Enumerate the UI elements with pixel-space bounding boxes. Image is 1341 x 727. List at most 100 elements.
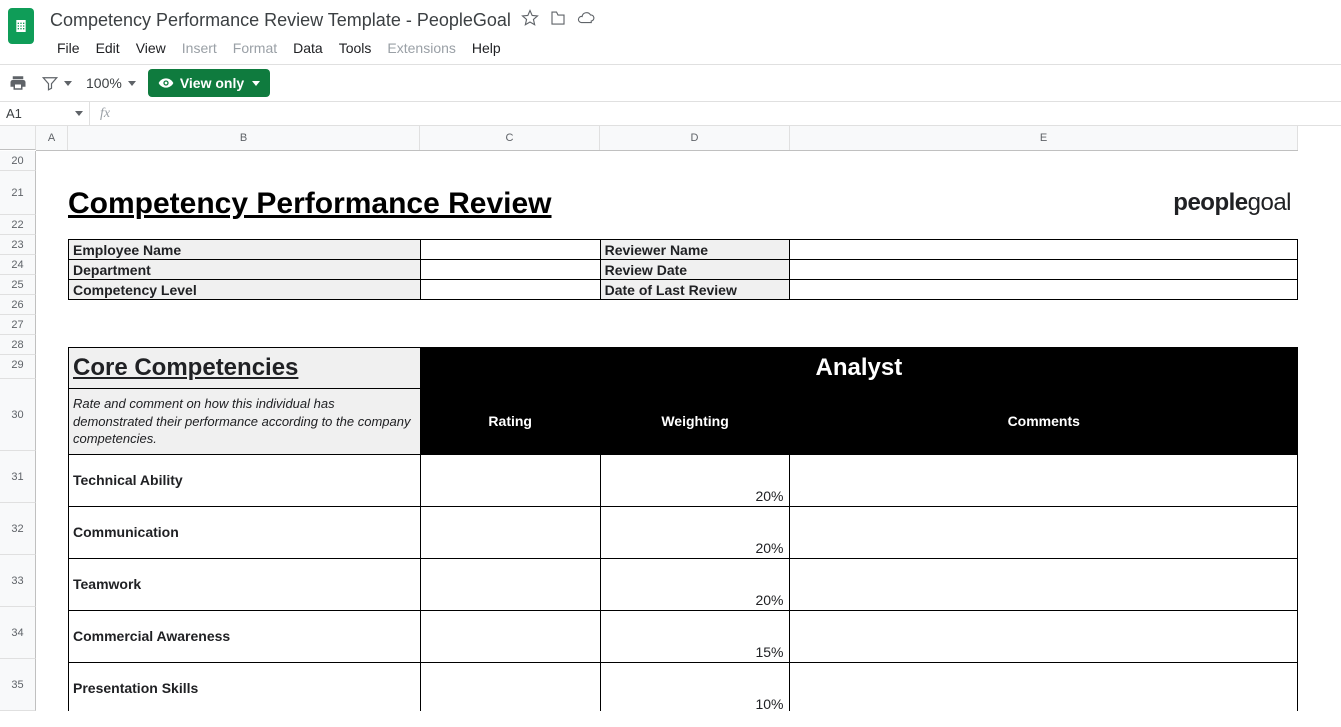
menu-format: Format (226, 36, 284, 60)
row-header[interactable]: 24 (0, 255, 36, 275)
name-box-value: A1 (6, 106, 22, 121)
table-row: Employee Name Reviewer Name (69, 240, 1298, 260)
row-header[interactable]: 29 (0, 355, 36, 379)
row-header[interactable]: 32 (0, 503, 36, 555)
zoom-dropdown[interactable]: 100% (84, 75, 136, 91)
menu-tools[interactable]: Tools (332, 36, 379, 60)
comments-cell[interactable] (790, 610, 1298, 662)
comments-cell[interactable] (790, 454, 1298, 506)
review-date-cell[interactable] (790, 260, 1298, 280)
competency-level-label: Competency Level (69, 280, 421, 300)
employee-name-cell[interactable] (420, 240, 600, 260)
doc-title[interactable]: Competency Performance Review Template -… (50, 10, 511, 31)
cloud-icon[interactable] (577, 9, 595, 32)
table-row: Communication 20% (69, 506, 1298, 558)
row-header[interactable]: 23 (0, 235, 36, 255)
row-header[interactable]: 28 (0, 335, 36, 355)
move-icon[interactable] (549, 9, 567, 32)
competency-label: Presentation Skills (69, 662, 421, 711)
view-only-button[interactable]: View only (148, 69, 270, 97)
table-row: Commercial Awareness 15% (69, 610, 1298, 662)
menu-view[interactable]: View (129, 36, 173, 60)
rating-cell[interactable] (420, 506, 600, 558)
fx-label: fx (90, 106, 120, 122)
competency-label: Communication (69, 506, 421, 558)
row-header[interactable]: 30 (0, 379, 36, 451)
weight-cell[interactable]: 10% (600, 662, 790, 711)
menu-extensions: Extensions (380, 36, 462, 60)
core-description: Rate and comment on how this individual … (69, 389, 420, 454)
col-header-e[interactable]: E (790, 126, 1298, 150)
weight-cell[interactable]: 20% (600, 506, 790, 558)
star-icon[interactable] (521, 9, 539, 32)
row-header[interactable]: 26 (0, 295, 36, 315)
table-row: Department Review Date (69, 260, 1298, 280)
col-header-c[interactable]: C (420, 126, 600, 150)
table-row: Competency Level Date of Last Review (69, 280, 1298, 300)
row-header[interactable]: 33 (0, 555, 36, 607)
menubar: File Edit View Insert Format Data Tools … (50, 36, 1333, 60)
formula-input[interactable] (120, 102, 1341, 125)
col-header-a[interactable]: A (36, 126, 68, 150)
row-header[interactable]: 20 (0, 151, 36, 171)
weight-cell[interactable]: 20% (600, 558, 790, 610)
row-header[interactable]: 21 (0, 171, 36, 215)
department-label: Department (69, 260, 421, 280)
rating-cell[interactable] (420, 662, 600, 711)
row-header[interactable]: 22 (0, 215, 36, 235)
comments-cell[interactable] (790, 558, 1298, 610)
weight-cell[interactable]: 20% (600, 454, 790, 506)
comments-cell[interactable] (790, 506, 1298, 558)
competency-label: Commercial Awareness (69, 610, 421, 662)
row-header[interactable]: 25 (0, 275, 36, 295)
reviewer-name-cell[interactable] (790, 240, 1298, 260)
menu-insert: Insert (175, 36, 224, 60)
select-all-corner[interactable] (0, 126, 36, 150)
view-only-label: View only (180, 75, 244, 91)
menu-data[interactable]: Data (286, 36, 330, 60)
row-headers: 20 21 22 23 24 25 26 27 28 29 30 31 32 3… (0, 151, 36, 711)
table-row: Teamwork 20% (69, 558, 1298, 610)
core-competencies-title: Core Competencies (69, 354, 420, 382)
analyst-header: Analyst (420, 348, 1297, 389)
info-table: Employee Name Reviewer Name Department R… (68, 239, 1298, 300)
menu-file[interactable]: File (50, 36, 87, 60)
toolbar: 100% View only (0, 64, 1341, 102)
review-date-label: Review Date (600, 260, 790, 280)
menu-edit[interactable]: Edit (89, 36, 127, 60)
competency-label: Teamwork (69, 558, 421, 610)
rating-cell[interactable] (420, 454, 600, 506)
col-header-d[interactable]: D (600, 126, 790, 150)
name-box[interactable]: A1 (0, 102, 90, 125)
col-header-b[interactable]: B (68, 126, 420, 150)
rating-cell[interactable] (420, 610, 600, 662)
sheets-logo[interactable] (8, 8, 34, 44)
comments-header: Comments (790, 389, 1298, 455)
table-row: Presentation Skills 10% (69, 662, 1298, 711)
comments-cell[interactable] (790, 662, 1298, 711)
document-title: Competency Performance Review (68, 187, 552, 221)
chevron-down-icon (75, 111, 83, 116)
column-headers: A B C D E (36, 126, 1298, 151)
department-cell[interactable] (420, 260, 600, 280)
last-review-cell[interactable] (790, 280, 1298, 300)
chevron-down-icon (64, 81, 72, 86)
chevron-down-icon (128, 81, 136, 86)
rating-header: Rating (420, 389, 600, 455)
row-header[interactable]: 31 (0, 451, 36, 503)
weight-cell[interactable]: 15% (600, 610, 790, 662)
row-header[interactable]: 34 (0, 607, 36, 659)
reviewer-name-label: Reviewer Name (600, 240, 790, 260)
core-competencies-table: Core Competencies Analyst Rate and comme… (68, 347, 1298, 711)
rating-cell[interactable] (420, 558, 600, 610)
table-row: Technical Ability 20% (69, 454, 1298, 506)
print-icon[interactable] (8, 73, 28, 93)
competency-level-cell[interactable] (420, 280, 600, 300)
filter-dropdown[interactable] (40, 73, 72, 93)
last-review-label: Date of Last Review (600, 280, 790, 300)
brand-logo: peoplegoal (1173, 189, 1291, 217)
menu-help[interactable]: Help (465, 36, 508, 60)
row-header[interactable]: 27 (0, 315, 36, 335)
row-header[interactable]: 35 (0, 659, 36, 711)
weighting-header: Weighting (600, 389, 790, 455)
